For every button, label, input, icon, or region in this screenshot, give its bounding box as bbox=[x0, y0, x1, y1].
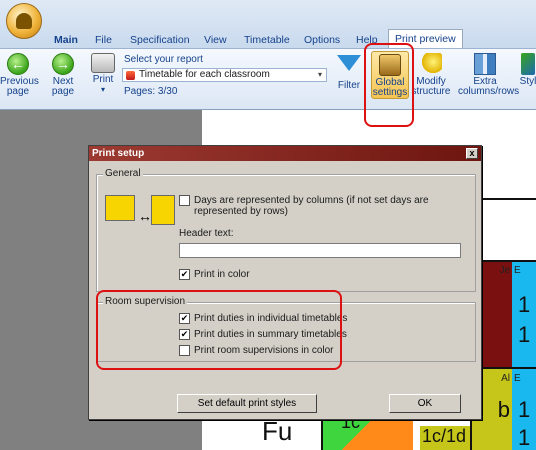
magic-wand-icon bbox=[420, 53, 442, 75]
styles-label: Styl bbox=[519, 76, 536, 87]
chevron-down-icon: ▾ bbox=[317, 70, 322, 79]
styles-icon bbox=[521, 53, 535, 75]
select-report-label: Select your report bbox=[124, 54, 203, 65]
cell-big-text: 1 bbox=[518, 425, 531, 450]
dialog-title: Print setup bbox=[92, 148, 145, 159]
preview-cell: E 1 1 bbox=[512, 369, 536, 450]
dialog-titlebar: Print setup x bbox=[89, 146, 481, 161]
checkbox-box[interactable] bbox=[179, 195, 190, 206]
report-select-value: Timetable for each classroom bbox=[139, 69, 270, 80]
modify-structure-button[interactable]: Modify structure bbox=[411, 53, 451, 97]
next-page-label: Next page bbox=[51, 76, 75, 97]
set-default-styles-button[interactable]: Set default print styles bbox=[177, 394, 317, 413]
previous-page-label: Previous page bbox=[0, 76, 39, 97]
columns-icon bbox=[474, 53, 496, 75]
extra-columns-label: Extra columns/rows bbox=[458, 76, 520, 97]
cell-big-text: 1c/1d bbox=[422, 426, 467, 446]
columns-layout-icon bbox=[151, 195, 175, 225]
days-columns-checkbox[interactable]: Days are represented by columns (if not … bbox=[179, 195, 469, 217]
print-button[interactable]: Print ▾ bbox=[90, 53, 116, 95]
filter-label: Filter bbox=[337, 80, 361, 91]
layout-illustration: ↔ bbox=[105, 195, 175, 235]
tab-main[interactable]: Main bbox=[54, 32, 78, 48]
extra-columns-button[interactable]: Extra columns/rows bbox=[458, 53, 520, 97]
cell-label: Je bbox=[499, 265, 510, 276]
highlight-room-supervision bbox=[96, 290, 342, 370]
general-group: General ↔ Days are represented by column… bbox=[96, 168, 476, 292]
modify-structure-label: Modify structure bbox=[411, 76, 451, 97]
application-menu-button[interactable] bbox=[6, 3, 42, 39]
arrow-right-icon: → bbox=[52, 53, 74, 75]
tab-specification[interactable]: Specification bbox=[130, 32, 190, 48]
tab-options[interactable]: Options bbox=[304, 32, 340, 48]
cell-big-text: 1 bbox=[518, 292, 531, 317]
report-icon bbox=[126, 71, 135, 80]
cell-big-text: 1 bbox=[518, 322, 531, 347]
highlight-global-settings bbox=[364, 43, 414, 127]
checkbox-box[interactable]: ✔ bbox=[179, 269, 190, 280]
rows-layout-icon bbox=[105, 195, 135, 221]
ok-button[interactable]: OK bbox=[389, 394, 461, 413]
cell-big-text: 1 bbox=[518, 397, 531, 422]
tab-file[interactable]: File bbox=[95, 32, 112, 48]
pages-indicator: Pages: 3/30 bbox=[124, 86, 178, 97]
header-text-label: Header text: bbox=[179, 228, 234, 239]
printer-icon bbox=[91, 53, 115, 73]
report-select[interactable]: Timetable for each classroom ▾ bbox=[122, 68, 327, 82]
next-page-button[interactable]: → Next page bbox=[46, 53, 80, 97]
cell-label: E bbox=[514, 265, 521, 276]
filter-button[interactable]: Filter bbox=[336, 53, 362, 91]
cell-big-text: b bbox=[497, 397, 510, 422]
cell-label: Al bbox=[501, 373, 510, 384]
previous-page-button[interactable]: ← Previous page bbox=[0, 53, 39, 97]
preview-cell: 1c/1d bbox=[420, 426, 470, 450]
chevron-down-icon: ▾ bbox=[100, 85, 105, 94]
swap-arrow-icon: ↔ bbox=[138, 208, 152, 224]
print-in-color-label: Print in color bbox=[194, 269, 250, 280]
arrow-left-icon: ← bbox=[7, 53, 29, 75]
tab-view[interactable]: View bbox=[204, 32, 227, 48]
styles-button[interactable]: Styl bbox=[516, 53, 536, 87]
print-in-color-checkbox[interactable]: ✔ Print in color bbox=[179, 269, 250, 280]
tab-timetable[interactable]: Timetable bbox=[244, 32, 290, 48]
print-label: Print bbox=[92, 74, 114, 85]
ribbon-tab-bar: Main File Specification View Timetable O… bbox=[0, 0, 536, 48]
header-text-input[interactable] bbox=[179, 243, 461, 258]
cell-label: E bbox=[514, 373, 521, 384]
days-columns-label: Days are represented by columns (if not … bbox=[194, 195, 429, 217]
general-legend: General bbox=[103, 168, 143, 179]
close-icon[interactable]: x bbox=[466, 148, 478, 159]
bell-icon bbox=[16, 13, 32, 29]
funnel-icon bbox=[337, 55, 361, 71]
print-setup-dialog: Print setup x General ↔ Days are represe… bbox=[88, 145, 482, 420]
preview-cell: E 1 1 bbox=[512, 262, 536, 367]
cell-big-text: Fu bbox=[262, 416, 293, 446]
